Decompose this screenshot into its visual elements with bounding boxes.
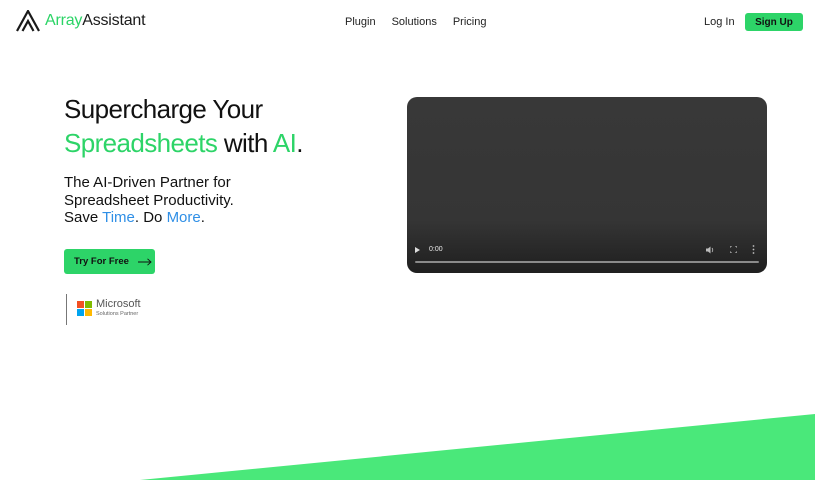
subtext-period: .: [200, 209, 205, 226]
main-menu: Plugin Solutions Pricing: [345, 16, 502, 28]
login-link[interactable]: Log In: [704, 16, 735, 28]
video-progress-bar[interactable]: [415, 261, 759, 263]
hero-headline-line2: Spreadsheets with AI.: [64, 126, 303, 160]
nav-link-solutions[interactable]: Solutions: [392, 16, 437, 28]
subtext-time: Time: [102, 209, 135, 226]
hero-video-player[interactable]: 0:00: [407, 97, 767, 273]
signup-button[interactable]: Sign Up: [745, 13, 803, 31]
subtext-line2: Spreadsheet Productivity.: [64, 191, 234, 209]
hero-subtext: The AI-Driven Partner for Spreadsheet Pr…: [64, 174, 234, 227]
fullscreen-icon[interactable]: [730, 246, 737, 253]
nav-link-pricing[interactable]: Pricing: [453, 16, 487, 28]
hero-headline-line1: Supercharge Your: [64, 94, 263, 124]
partner-divider: [66, 294, 67, 325]
video-time: 0:00: [429, 246, 443, 253]
microsoft-logo-icon: [77, 301, 92, 316]
subtext-line3: Save Time. Do More.: [64, 209, 234, 227]
array-assistant-logo-icon: [16, 10, 40, 32]
headline-end: .: [296, 128, 303, 158]
subtext-more: More: [166, 209, 201, 226]
brand-name: ArrayAssistant: [45, 12, 146, 30]
arrow-right-icon: [137, 257, 152, 266]
subtext-line1: The AI-Driven Partner for: [64, 174, 231, 191]
partner-subtitle: Solutions Partner: [96, 311, 139, 317]
brand-name-part2: Assistant: [82, 12, 146, 29]
hero-headline: Supercharge Your Spreadsheets with AI.: [64, 92, 303, 160]
decorative-green-wedge: [140, 414, 815, 480]
headline-mid: with: [217, 128, 273, 158]
subtext-save: Save: [64, 209, 103, 226]
subtext-do: . Do: [134, 209, 167, 226]
partner-name: Microsoft: [96, 298, 141, 310]
try-for-free-button[interactable]: Try For Free: [64, 249, 155, 274]
headline-highlight-spreadsheets: Spreadsheets: [64, 128, 218, 158]
play-icon[interactable]: [415, 247, 420, 253]
try-for-free-label: Try For Free: [74, 256, 129, 267]
more-options-icon[interactable]: [752, 245, 755, 254]
volume-icon[interactable]: [706, 246, 715, 254]
headline-highlight-ai: AI: [272, 128, 297, 158]
brand-name-part1: Array: [45, 12, 83, 29]
top-navigation: ArrayAssistant Plugin Solutions Pricing …: [0, 0, 815, 44]
nav-link-plugin[interactable]: Plugin: [345, 16, 376, 28]
brand-logo[interactable]: ArrayAssistant: [16, 10, 146, 32]
